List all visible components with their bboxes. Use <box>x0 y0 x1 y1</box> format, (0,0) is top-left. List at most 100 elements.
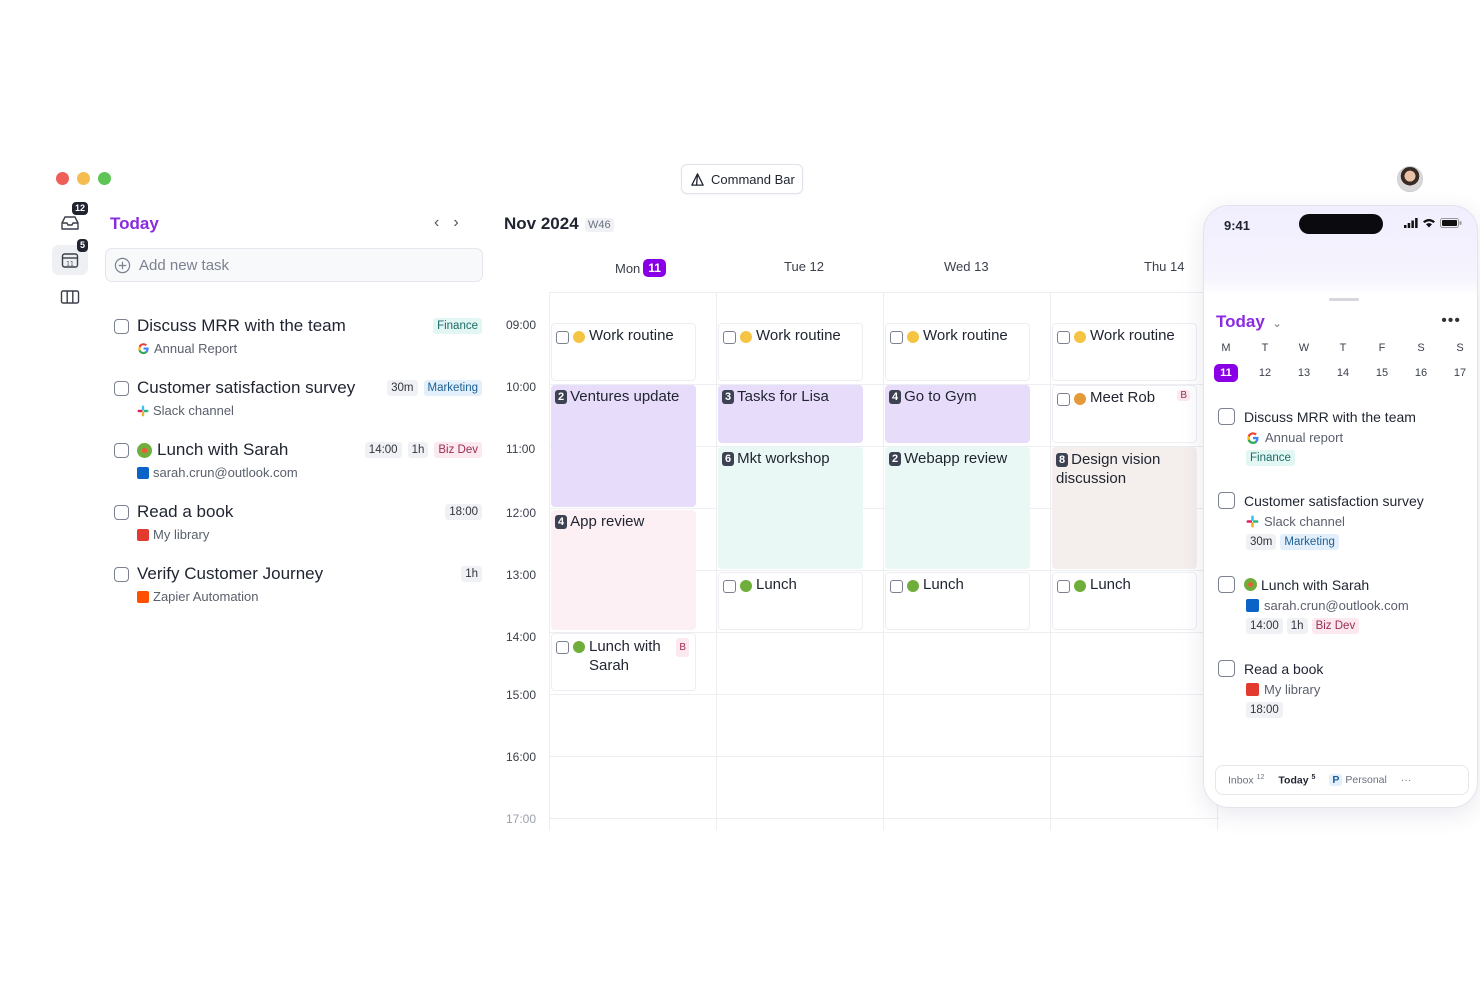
event-meet-rob[interactable]: Meet Rob B <box>1052 385 1197 443</box>
event-tasks-for-lisa[interactable]: 3 Tasks for Lisa <box>718 385 863 443</box>
day-header-tue[interactable]: Tue 12 <box>784 259 824 274</box>
task-checkbox[interactable] <box>114 318 129 334</box>
phone-task-item[interactable]: Lunch with Sarah sarah.crun@outlook.com … <box>1218 576 1468 634</box>
sheet-handle[interactable] <box>1329 298 1359 301</box>
task-checkbox[interactable] <box>114 566 129 582</box>
event-lunch-with-sarah[interactable]: Lunch with Sarah B <box>551 633 696 691</box>
task-checkbox[interactable] <box>1218 492 1235 509</box>
phone-task-item[interactable]: Discuss MRR with the team Annual report … <box>1218 408 1468 466</box>
day-header-thu[interactable]: Thu 14 <box>1144 259 1184 274</box>
date-item[interactable]: 13 <box>1292 364 1316 382</box>
command-bar-button[interactable]: Command Bar <box>681 164 803 194</box>
task-checkbox[interactable] <box>1218 660 1235 677</box>
event-count: 2 <box>555 390 568 404</box>
signal-icon <box>1404 218 1418 228</box>
day-label: Wed 13 <box>944 259 989 274</box>
task-checkbox[interactable] <box>114 504 129 520</box>
google-icon <box>138 343 149 355</box>
task-checkbox[interactable] <box>1218 576 1235 593</box>
tab-inbox[interactable]: Inbox 12 <box>1228 774 1264 787</box>
weekday-letter: T <box>1261 342 1269 354</box>
day-navigation: ‹ › <box>434 214 459 232</box>
task-source: My library <box>1264 682 1321 697</box>
smile-icon <box>740 331 752 343</box>
svg-text:11: 11 <box>66 261 74 268</box>
task-checkbox[interactable] <box>114 380 129 396</box>
hour-label: 10:00 <box>506 380 537 394</box>
task-source: sarah.crun@outlook.com <box>153 465 298 480</box>
tag-chip: Marketing <box>1280 534 1339 550</box>
event-checkbox[interactable] <box>890 580 903 593</box>
tab-personal[interactable]: P Personal <box>1329 774 1387 786</box>
day-header-wed[interactable]: Wed 13 <box>944 259 989 274</box>
task-item[interactable]: Verify Customer Journey 1h Zapier Automa… <box>114 564 482 604</box>
event-ventures-update[interactable]: 2 Ventures update <box>551 385 696 507</box>
event-work-routine[interactable]: Work routine <box>551 323 696 381</box>
event-work-routine[interactable]: Work routine <box>718 323 863 381</box>
close-window-button[interactable] <box>56 172 69 185</box>
hour-label: 16:00 <box>506 750 537 764</box>
event-work-routine[interactable]: Work routine <box>1052 323 1197 381</box>
tab-more[interactable]: ··· <box>1401 774 1412 786</box>
event-lunch[interactable]: Lunch <box>885 572 1030 630</box>
task-title: Discuss MRR with the team <box>1244 408 1416 425</box>
event-checkbox[interactable] <box>1057 393 1070 406</box>
date-item[interactable]: 17 <box>1448 364 1472 382</box>
event-app-review[interactable]: 4 App review <box>551 510 696 630</box>
hour-label: 13:00 <box>506 568 537 582</box>
rail-boards[interactable] <box>52 282 88 312</box>
event-title: Work routine <box>923 327 1008 344</box>
event-lunch[interactable]: Lunch <box>718 572 863 630</box>
task-item[interactable]: Lunch with Sarah 14:00 1h Biz Dev sarah.… <box>114 440 482 480</box>
event-checkbox[interactable] <box>1057 580 1070 593</box>
date-item[interactable]: 14 <box>1331 364 1355 382</box>
event-checkbox[interactable] <box>1057 331 1070 344</box>
event-title: Work routine <box>756 327 841 344</box>
event-checkbox[interactable] <box>723 331 736 344</box>
time-chip: 14:00 <box>364 442 402 458</box>
google-icon <box>1247 431 1259 444</box>
task-item[interactable]: Customer satisfaction survey 30m Marketi… <box>114 378 482 418</box>
event-checkbox[interactable] <box>890 331 903 344</box>
task-source: Slack channel <box>1264 514 1345 529</box>
date-item[interactable]: 15 <box>1370 364 1394 382</box>
phone-task-item[interactable]: Read a book My library 18:00 <box>1218 660 1468 718</box>
chevron-left-icon[interactable]: ‹ <box>434 214 439 232</box>
event-mkt-workshop[interactable]: 6 Mkt workshop <box>718 447 863 569</box>
command-bar-icon <box>691 172 704 186</box>
calendar-today-icon: 11 <box>61 253 79 268</box>
event-title: Lunch <box>1090 576 1131 593</box>
maximize-window-button[interactable] <box>98 172 111 185</box>
task-checkbox[interactable] <box>1218 408 1235 425</box>
date-selected[interactable]: 11 <box>1214 364 1238 382</box>
event-work-routine[interactable]: Work routine <box>885 323 1030 381</box>
rail-today[interactable]: 11 5 <box>52 239 88 275</box>
date-item[interactable]: 16 <box>1409 364 1433 382</box>
task-source: Annual report <box>1265 430 1344 445</box>
event-title: Lunch <box>756 576 797 593</box>
add-task-input[interactable]: Add new task <box>105 248 483 282</box>
task-item[interactable]: Read a book 18:00 My library <box>114 502 482 542</box>
chevron-right-icon[interactable]: › <box>453 214 458 232</box>
minimize-window-button[interactable] <box>77 172 90 185</box>
date-item[interactable]: 12 <box>1253 364 1277 382</box>
event-go-to-gym[interactable]: 4 Go to Gym <box>885 385 1030 443</box>
phone-task-item[interactable]: Customer satisfaction survey Slack chann… <box>1218 492 1468 550</box>
phone-title[interactable]: Today ⌄ <box>1216 312 1282 332</box>
week-number-badge: W46 <box>585 218 614 232</box>
rail-inbox[interactable]: 12 <box>52 202 88 238</box>
user-avatar[interactable] <box>1397 166 1423 192</box>
day-header-mon[interactable]: Mon 11 <box>615 259 666 277</box>
tab-today[interactable]: Today 5 <box>1278 774 1315 787</box>
event-checkbox[interactable] <box>556 641 569 654</box>
event-lunch[interactable]: Lunch <box>1052 572 1197 630</box>
task-checkbox[interactable] <box>114 442 129 458</box>
event-design-vision[interactable]: 8 Design vision discussion <box>1052 447 1197 569</box>
smile-icon <box>573 331 585 343</box>
event-checkbox[interactable] <box>556 331 569 344</box>
event-webapp-review[interactable]: 2 Webapp review <box>885 447 1030 569</box>
task-item[interactable]: Discuss MRR with the team Finance Annual… <box>114 316 482 356</box>
event-checkbox[interactable] <box>723 580 736 593</box>
more-options-icon[interactable]: ••• <box>1441 312 1461 330</box>
task-source: My library <box>153 527 210 542</box>
